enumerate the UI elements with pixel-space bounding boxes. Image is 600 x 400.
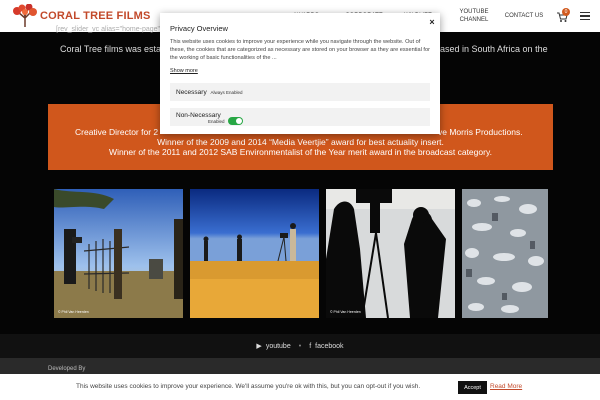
banner-line-2: Winner of the 2009 and 2014 “Media Veert… (157, 137, 444, 147)
photo-credit: © Phil Van Heerden (58, 310, 89, 314)
show-more-link[interactable]: Show more (170, 68, 198, 74)
gallery-photo-birds-cliff[interactable] (462, 189, 548, 318)
site-logo[interactable]: CORAL TREE FILMS (12, 4, 151, 28)
photo-image (54, 189, 183, 318)
read-more-link[interactable]: Read More (490, 383, 522, 390)
cookie-message: This website uses cookies to improve you… (76, 383, 421, 390)
banner-line-3: Winner of the 2011 and 2012 SAB Environm… (109, 147, 492, 157)
nav-item-contact-us[interactable]: CONTACT US (502, 0, 546, 32)
gallery-photo-silhouette-crew[interactable]: © Phil Van Heerden (326, 189, 455, 318)
intro-text-right: ased in South Africa on the (440, 44, 548, 54)
gallery-photo-crew-field[interactable] (190, 189, 319, 318)
accordion-non-necessary[interactable]: Non-Necessary Enabled (170, 108, 430, 126)
close-icon[interactable]: × (427, 16, 437, 28)
banner-line-1-right: ve Morris Productions. (438, 127, 523, 137)
footer-developer: Developed By (0, 358, 600, 374)
photo-image (326, 189, 455, 318)
logo-text: CORAL TREE FILMS (40, 10, 151, 22)
menu-icon[interactable] (580, 12, 590, 20)
accept-cookies-button[interactable]: Accept (458, 381, 487, 394)
gallery-photo-cameraman-fence[interactable]: © Phil Van Heerden (54, 189, 183, 318)
cookie-consent-bar: This website uses cookies to improve you… (0, 374, 600, 400)
modal-title: Privacy Overview (170, 24, 228, 33)
always-enabled-status: Always Enabled (210, 90, 243, 95)
necessary-label: Necessary (176, 89, 207, 96)
photo-image (462, 189, 548, 318)
toggle-status-label: Enabled (208, 118, 225, 124)
cart-count-badge: 0 (562, 8, 570, 16)
social-links-bar: ▶ youtube • f facebook (0, 334, 600, 358)
non-necessary-toggle[interactable] (227, 117, 243, 125)
developed-by-label: Developed By (48, 366, 86, 372)
youtube-link[interactable]: youtube (266, 343, 291, 350)
facebook-icon: f (309, 342, 312, 350)
banner-line-1-left: Creative Director for 2 (75, 127, 159, 137)
intro-text-left: Coral Tree films was estab (60, 44, 167, 54)
nav-item-youtube-channel[interactable]: YOUTUBE CHANNEL (452, 0, 496, 32)
photo-image (190, 189, 319, 318)
toggle-knob (235, 118, 242, 124)
accordion-necessary[interactable]: Necessary Always Enabled (170, 83, 430, 101)
coral-tree-logo-icon (13, 4, 37, 27)
facebook-link[interactable]: facebook (315, 343, 343, 350)
non-necessary-toggle-wrap: Enabled (208, 117, 243, 125)
youtube-icon: ▶ (256, 343, 262, 350)
modal-body-text: This website uses cookies to improve you… (170, 39, 430, 61)
rev-slider-shortcode: [rev_slider_vc alias="home-page"] (56, 26, 162, 33)
privacy-overview-modal: Privacy Overview × This website uses coo… (160, 13, 440, 134)
separator-dot: • (298, 342, 302, 350)
photo-credit: © Phil Van Heerden (330, 310, 361, 314)
